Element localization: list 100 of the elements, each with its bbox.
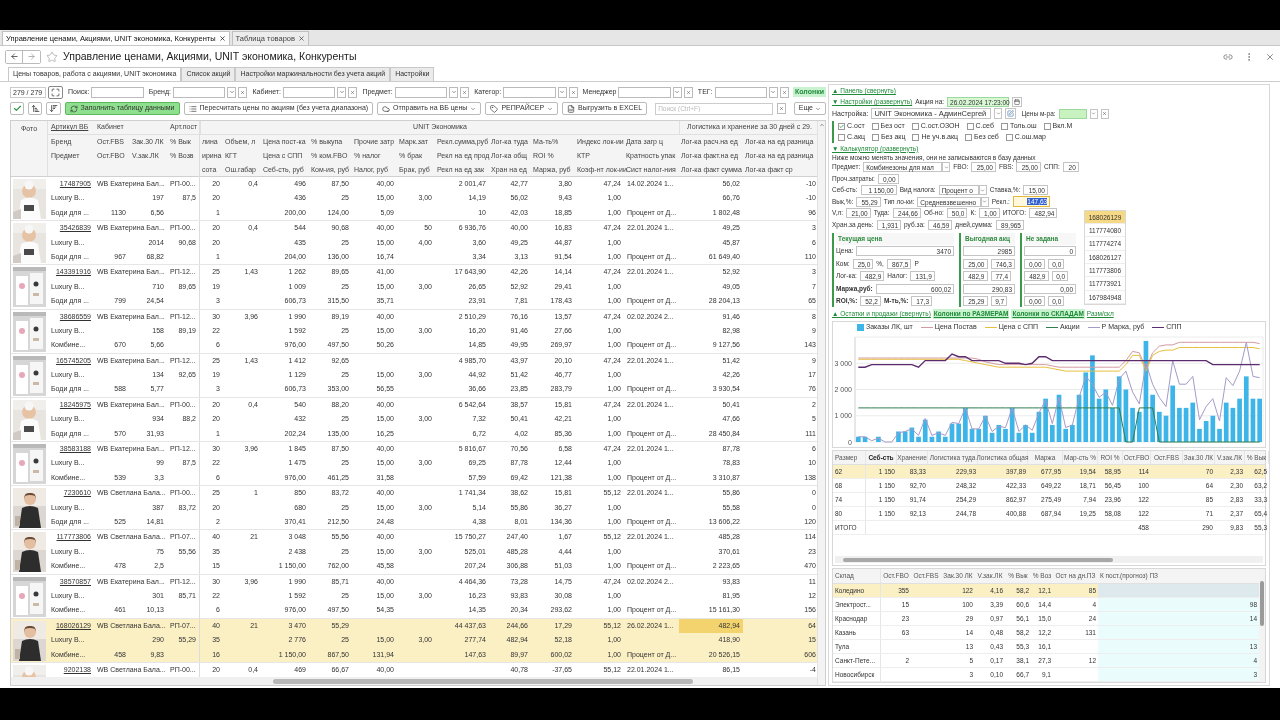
clear-button[interactable] (460, 86, 470, 98)
product-row[interactable] (11, 574, 817, 619)
edit-button[interactable] (1005, 108, 1017, 120)
sort-ascending-icon (30, 104, 40, 113)
window-title: Управление ценами, Акциями, UNIT экономика, Конкуренты (63, 48, 357, 64)
caret-icon (470, 105, 477, 112)
scrollbar[interactable] (11, 677, 817, 685)
arrow-right-icon (27, 52, 36, 61)
product-row[interactable] (11, 265, 817, 310)
product-row[interactable] (11, 177, 817, 222)
close-icon (1102, 111, 1108, 117)
checkbox[interactable] (1005, 133, 1013, 141)
checkbox[interactable] (871, 133, 879, 141)
calendar-button[interactable] (1012, 96, 1023, 107)
confirm-button[interactable] (10, 102, 25, 115)
dropdown-button[interactable] (978, 185, 987, 196)
caret-icon (1091, 111, 1097, 117)
product-row[interactable] (11, 530, 817, 575)
caret-icon (995, 111, 1001, 117)
filter-field[interactable] (714, 86, 767, 98)
close-icon (462, 89, 468, 95)
dropdown-button[interactable] (557, 86, 567, 98)
back-button[interactable] (6, 50, 23, 63)
close-icon[interactable] (298, 35, 306, 42)
legend-swatch (1046, 326, 1059, 329)
caret-icon (547, 105, 554, 112)
check-icon (12, 104, 22, 113)
filter-field[interactable] (283, 86, 336, 98)
clear-button[interactable] (348, 86, 358, 98)
scrollbar[interactable] (817, 121, 825, 685)
checkbox[interactable] (838, 122, 845, 130)
close-icon[interactable] (1265, 51, 1275, 62)
product-row[interactable] (11, 618, 817, 663)
search-field[interactable] (91, 86, 144, 98)
cloud-icon (382, 104, 391, 113)
arrow-left-icon (9, 52, 19, 61)
checkbox[interactable] (911, 122, 919, 130)
edit-icon (1007, 110, 1015, 118)
close-icon (781, 89, 787, 95)
close-icon (350, 89, 356, 95)
spreadsheet-icon (567, 104, 576, 113)
checkbox[interactable] (838, 133, 845, 141)
star-icon[interactable] (46, 50, 58, 63)
filter-field[interactable] (618, 86, 671, 98)
product-row[interactable] (11, 486, 817, 531)
checkbox[interactable] (871, 122, 879, 130)
dropdown-button[interactable] (337, 86, 347, 98)
caret-icon (228, 89, 235, 95)
caret-icon (815, 105, 821, 112)
legend-swatch (920, 326, 933, 329)
close-icon[interactable] (218, 35, 226, 42)
dropdown-button[interactable] (227, 86, 237, 98)
check-icon (839, 122, 844, 130)
filter-field[interactable] (503, 86, 556, 98)
tag-icon (490, 104, 499, 113)
clear-button[interactable] (779, 86, 789, 98)
checkbox[interactable] (912, 133, 920, 141)
clear-button[interactable] (238, 86, 248, 98)
link-icon[interactable] (1223, 51, 1233, 62)
input-field[interactable] (1058, 108, 1087, 119)
dropdown-button[interactable] (449, 86, 459, 98)
scrollbar[interactable] (835, 556, 1263, 563)
clear-button[interactable] (776, 103, 786, 114)
product-row[interactable] (11, 309, 817, 354)
caret-icon (559, 89, 565, 95)
checkbox[interactable] (966, 122, 974, 130)
fullscreen-button[interactable] (48, 85, 63, 99)
product-row[interactable] (11, 397, 817, 443)
product-row[interactable] (11, 353, 817, 398)
sort-ascending-button[interactable] (28, 102, 43, 115)
filter-field[interactable] (394, 86, 448, 98)
caret-icon (450, 89, 457, 95)
product-row[interactable] (11, 442, 817, 487)
dropdown-button[interactable] (994, 108, 1003, 120)
sort-descending-icon (48, 104, 58, 113)
scrollbar[interactable] (1259, 569, 1265, 682)
close-icon (778, 106, 784, 111)
expand-icon (51, 87, 60, 97)
legend-swatch (1087, 326, 1100, 329)
caret-icon (943, 164, 949, 170)
caret-icon (770, 89, 777, 95)
dropdown-button[interactable] (672, 86, 682, 98)
checkbox[interactable] (1043, 122, 1051, 130)
dropdown-button[interactable] (980, 196, 989, 207)
sort-descending-button[interactable] (46, 102, 61, 115)
filter-field[interactable] (173, 86, 226, 98)
close-icon (240, 89, 246, 95)
product-row[interactable] (11, 221, 817, 266)
dropdown-button[interactable] (942, 162, 951, 173)
close-icon (685, 89, 691, 95)
dropdown-button[interactable] (768, 86, 778, 98)
scroll-up-icon[interactable] (818, 122, 825, 128)
clear-button[interactable] (1100, 108, 1109, 119)
legend-swatch (1152, 326, 1165, 329)
checkbox[interactable] (965, 133, 973, 141)
checkbox[interactable] (1000, 122, 1008, 130)
dropdown-button[interactable] (1089, 108, 1098, 119)
caret-icon (674, 89, 681, 95)
clear-button[interactable] (683, 86, 693, 98)
clear-button[interactable] (568, 86, 578, 98)
